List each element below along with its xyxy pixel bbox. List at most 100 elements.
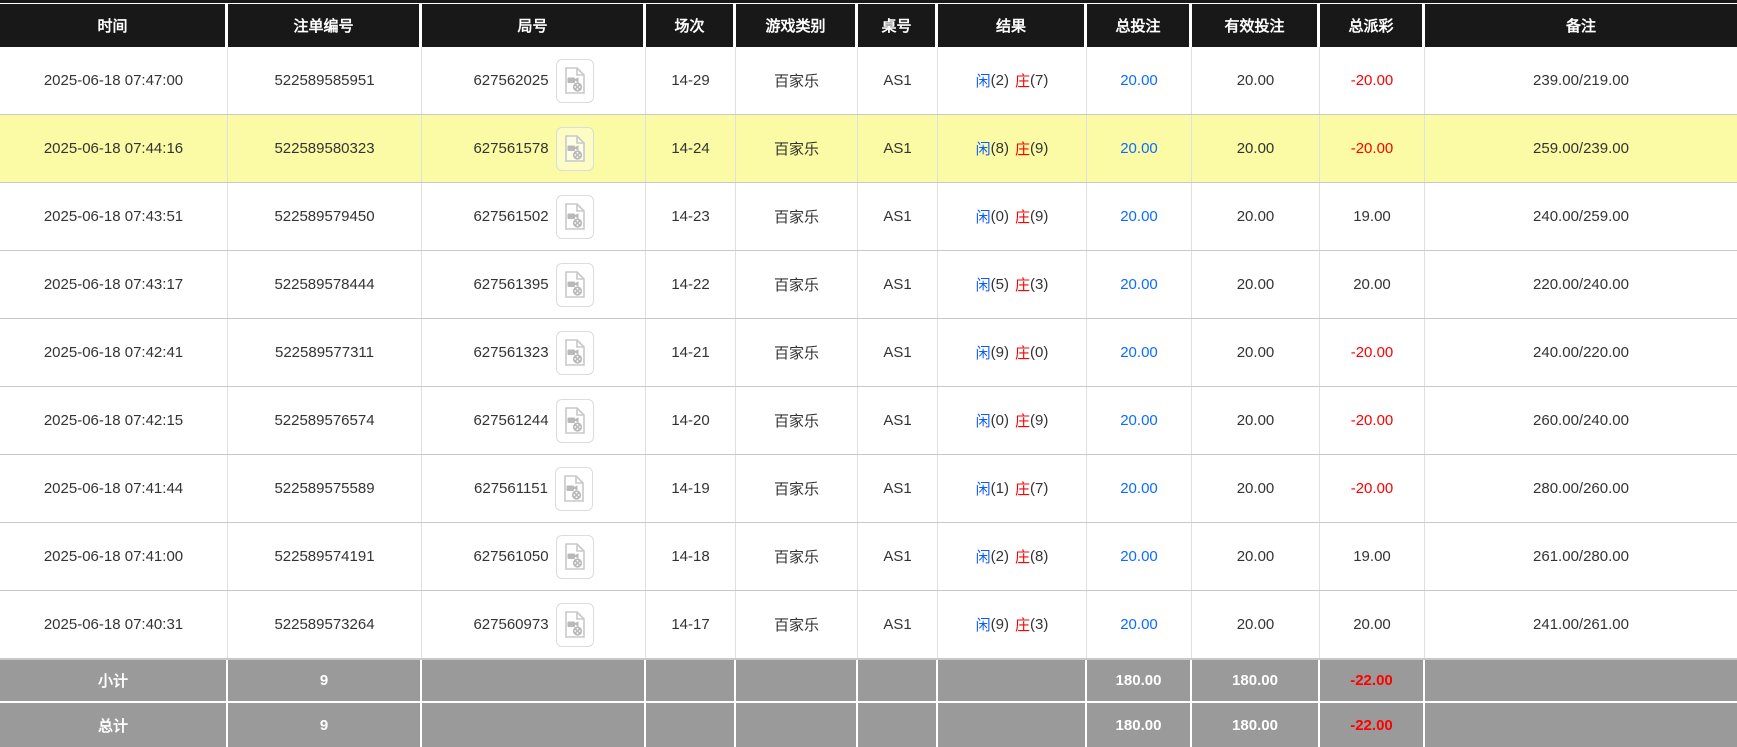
player-result-label: 闲 [975,277,991,294]
session-cell: 14-17 [646,591,736,658]
round-cell: 627561502 [422,183,646,250]
grandtotal-label: 总计 [0,703,228,747]
player-result-value: (9) [990,616,1009,633]
round-id: 627562025 [473,72,549,89]
result-cell: 闲 (9) 庄 (3) [938,591,1087,658]
table-row[interactable]: 2025-06-18 07:47:00 522589585951 6275620… [0,47,1737,115]
grandtotal-payout: -22.00 [1320,703,1425,747]
col-header-valid-bet: 有效投注 [1192,4,1320,47]
subtotal-empty-table [858,660,938,701]
grandtotal-valid-bet: 180.00 [1192,703,1320,747]
game-type-cell: 百家乐 [736,591,858,658]
video-replay-button[interactable] [555,330,594,375]
total-bet-link[interactable]: 20.00 [1087,319,1192,386]
col-header-total-bet: 总投注 [1087,4,1192,47]
game-type-cell: 百家乐 [736,319,858,386]
player-result-label: 闲 [975,141,991,158]
payout-cell: -20.00 [1320,455,1425,522]
total-bet-link[interactable]: 20.00 [1087,251,1192,318]
col-header-remark: 备注 [1565,18,1596,35]
round-cell: 627561323 [422,319,646,386]
total-bet-link[interactable]: 20.00 [1087,47,1192,114]
grandtotal-empty-session [646,703,736,747]
remark-cell: 239.00/219.00 [1533,72,1629,89]
subtotal-empty-game [736,660,858,701]
banker-result-label: 庄 [1015,277,1031,294]
table-row[interactable]: 2025-06-18 07:42:41 522589577311 6275613… [0,319,1737,387]
video-replay-button[interactable] [555,602,594,647]
round-id: 627561151 [474,480,548,497]
valid-bet-cell: 20.00 [1192,387,1320,454]
remark-cell: 240.00/259.00 [1533,208,1629,225]
player-result-value: (9) [990,344,1009,361]
game-type-cell: 百家乐 [736,251,858,318]
game-type-cell: 百家乐 [736,387,858,454]
session-cell: 14-20 [646,387,736,454]
result-cell: 闲 (2) 庄 (8) [938,523,1087,590]
result-cell: 闲 (0) 庄 (9) [938,183,1087,250]
result-cell: 闲 (8) 庄 (9) [938,115,1087,182]
table-row[interactable]: 2025-06-18 07:40:31 522589573264 6275609… [0,591,1737,659]
banker-result-value: (3) [1030,616,1049,633]
player-result-label: 闲 [975,413,991,430]
col-header-round-id: 局号 [422,4,646,47]
video-file-icon [564,339,585,366]
total-bet-link[interactable]: 20.00 [1087,115,1192,182]
session-cell: 14-29 [646,47,736,114]
valid-bet-cell: 20.00 [1192,591,1320,658]
subtotal-label: 小计 [0,660,228,701]
banker-result-value: (9) [1030,412,1049,429]
total-bet-link[interactable]: 20.00 [1087,183,1192,250]
video-file-icon [564,611,585,638]
result-cell: 闲 (2) 庄 (7) [938,47,1087,114]
player-result-label: 闲 [975,481,991,498]
total-bet-link[interactable]: 20.00 [1087,523,1192,590]
round-cell: 627561244 [422,387,646,454]
player-result-value: (1) [990,480,1009,497]
remark-cell: 220.00/240.00 [1533,276,1629,293]
subtotal-empty-session [646,660,736,701]
table-row[interactable]: 2025-06-18 07:41:00 522589574191 6275610… [0,523,1737,591]
player-result-label: 闲 [975,345,991,362]
remark-cell: 241.00/261.00 [1533,616,1629,633]
table-row[interactable]: 2025-06-18 07:43:51 522589579450 6275615… [0,183,1737,251]
video-file-icon [564,67,585,94]
video-replay-button[interactable] [554,466,593,511]
video-file-icon [564,135,585,162]
video-replay-button[interactable] [555,262,594,307]
table-row[interactable]: 2025-06-18 07:44:16 522589580323 6275615… [0,115,1737,183]
video-file-icon [564,271,585,298]
subtotal-empty-remark [1425,660,1737,701]
banker-result-value: (7) [1030,72,1049,89]
video-replay-button[interactable] [555,534,594,579]
time-cell: 2025-06-18 07:42:41 [0,319,228,386]
col-header-result: 结果 [938,4,1087,47]
video-replay-button[interactable] [555,194,594,239]
payout-cell: 20.00 [1320,591,1425,658]
remark-cell: 259.00/239.00 [1533,140,1629,157]
total-bet-link[interactable]: 20.00 [1087,591,1192,658]
video-replay-button[interactable] [555,126,594,171]
table-row[interactable]: 2025-06-18 07:41:44 522589575589 6275611… [0,455,1737,523]
table-row[interactable]: 2025-06-18 07:42:15 522589576574 6275612… [0,387,1737,455]
player-result-label: 闲 [975,209,991,226]
time-cell: 2025-06-18 07:41:00 [0,523,228,590]
grandtotal-empty-round [422,703,646,747]
payout-cell: -20.00 [1320,115,1425,182]
total-bet-link[interactable]: 20.00 [1087,387,1192,454]
video-replay-button[interactable] [555,398,594,443]
subtotal-payout: -22.00 [1320,660,1425,701]
round-cell: 627561050 [422,523,646,590]
remark-cell: 260.00/240.00 [1533,412,1629,429]
total-bet-link[interactable]: 20.00 [1087,455,1192,522]
payout-cell: 19.00 [1320,183,1425,250]
grandtotal-empty-game [736,703,858,747]
banker-result-value: (8) [1030,548,1049,565]
table-row[interactable]: 2025-06-18 07:43:17 522589578444 6275613… [0,251,1737,319]
session-cell: 14-18 [646,523,736,590]
banker-result-label: 庄 [1015,549,1031,566]
grandtotal-empty-result [938,703,1087,747]
grandtotal-count: 9 [228,703,422,747]
grandtotal-empty-remark [1425,703,1737,747]
video-replay-button[interactable] [555,58,594,103]
